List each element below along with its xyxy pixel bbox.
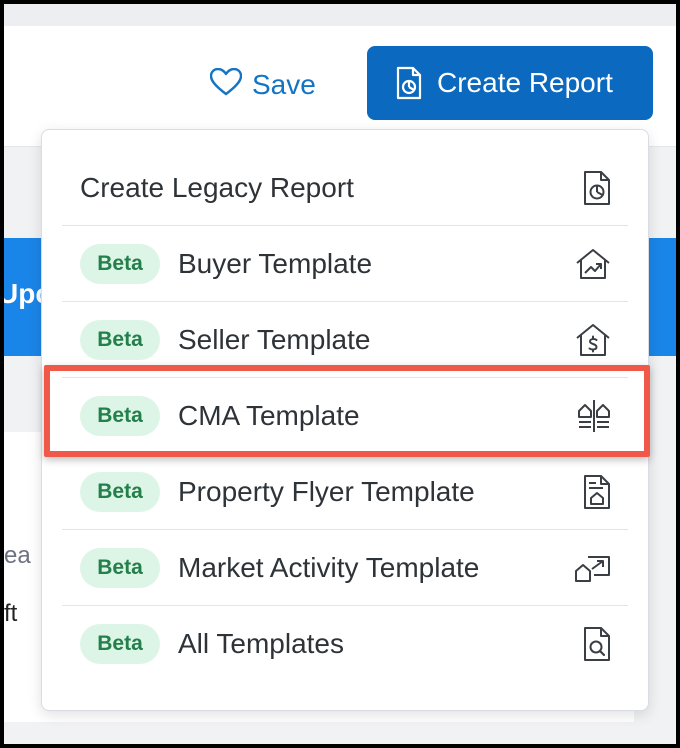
menu-item-label: CMA Template — [178, 399, 360, 431]
report-chart-icon — [395, 66, 423, 100]
beta-badge: Beta — [80, 471, 160, 512]
beta-badge: Beta — [80, 395, 160, 436]
compare-houses-icon — [576, 399, 612, 433]
menu-item-label: Create Legacy Report — [80, 171, 354, 203]
menu-item-label: All Templates — [178, 628, 345, 659]
background-text: ft — [4, 600, 18, 627]
create-report-button[interactable]: Create Report — [367, 46, 653, 120]
menu-item-label: Buyer Template — [178, 247, 373, 279]
menu-item-property-flyer-template[interactable]: Beta Property Flyer Template — [62, 454, 628, 530]
menu-item-create-legacy-report[interactable]: Create Legacy Report — [62, 150, 628, 226]
background-text: ea — [4, 542, 31, 569]
menu-item-all-templates[interactable]: Beta All Templates — [62, 606, 628, 682]
search-document-icon — [582, 626, 612, 662]
save-label: Save — [252, 69, 316, 100]
house-dollar-icon — [574, 323, 612, 357]
menu-item-seller-template[interactable]: Beta Seller Template — [62, 302, 628, 378]
menu-item-label: Property Flyer Template — [178, 475, 475, 507]
create-report-label: Create Report — [437, 67, 613, 98]
heart-icon — [209, 67, 252, 103]
flyer-house-icon — [582, 474, 612, 510]
market-activity-icon — [574, 553, 612, 583]
menu-item-buyer-template[interactable]: Beta Buyer Template — [62, 226, 628, 302]
beta-badge: Beta — [80, 624, 160, 664]
menu-item-label: Seller Template — [178, 323, 371, 355]
save-button[interactable]: Save — [209, 66, 316, 104]
beta-badge: Beta — [80, 243, 160, 284]
report-chart-icon — [582, 170, 612, 206]
create-report-dropdown: Create Legacy Report Beta Buyer Template… — [41, 129, 649, 711]
menu-item-cma-template[interactable]: Beta CMA Template — [62, 378, 628, 454]
top-strip — [4, 4, 676, 26]
beta-badge: Beta — [80, 319, 160, 360]
house-trend-icon — [574, 248, 612, 280]
beta-badge: Beta — [80, 547, 160, 588]
menu-item-label: Market Activity Template — [178, 551, 480, 583]
menu-item-market-activity-template[interactable]: Beta Market Activity Template — [62, 530, 628, 606]
